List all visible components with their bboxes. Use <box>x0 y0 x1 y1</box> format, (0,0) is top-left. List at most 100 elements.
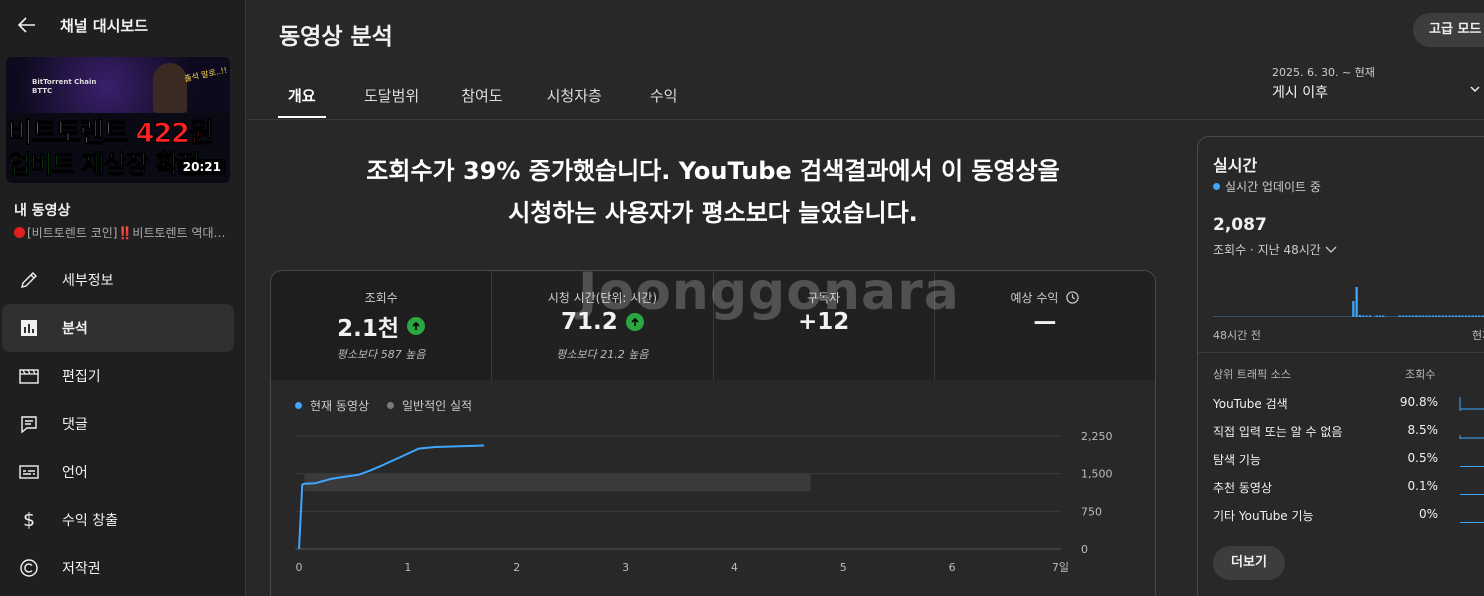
sparkline-bar <box>1401 315 1405 317</box>
sidebar-item-label: 댓글 <box>62 417 88 433</box>
y-tick-label: 2,250 <box>1081 430 1113 443</box>
overview-card: 조회수 2.1천 평소보다 587 높음 시청 시간(단위: 시간) 71.2 … <box>270 270 1156 596</box>
sparkline-bar <box>1481 315 1484 317</box>
x-tick-label: 2 <box>513 561 520 574</box>
see-more-button[interactable]: 더보기 <box>1213 546 1285 580</box>
tab-audience[interactable]: 시청자층 <box>537 72 612 118</box>
sparkline-bar <box>1415 315 1418 317</box>
sidebar-nav: 세부정보 분석 편집기 댓글 언어 $ 수익 창출 저작권 <box>0 256 246 592</box>
sparkline-bar <box>1435 315 1438 317</box>
x-tick-label: 5 <box>840 561 847 574</box>
video-title[interactable]: [비트토렌트 코인]‼️비트토렌트 역대급 호재 <box>14 224 234 241</box>
metric-subscribers[interactable]: 구독자 +12 <box>713 271 935 380</box>
metric-value: +12 <box>797 309 850 335</box>
sparkline-bar <box>1461 315 1464 317</box>
insight-line-2: 시청하는 사용자가 평소보다 늘었습니다. <box>508 199 918 227</box>
sidebar-item-label: 세부정보 <box>62 273 114 289</box>
traffic-source-pct: 90.8% <box>1399 395 1438 409</box>
sparkline-bar <box>1421 315 1425 317</box>
traffic-source-header: 상위 트래픽 소스 <box>1213 368 1291 381</box>
metric-comparison: 평소보다 587 높음 <box>336 348 426 361</box>
sparkline-bar <box>1382 315 1385 317</box>
x-tick-label: 4 <box>731 561 738 574</box>
traffic-source-sparkline <box>1460 494 1484 495</box>
tab-engagement[interactable]: 참여도 <box>451 72 512 118</box>
date-range-selector[interactable]: 게시 이후 <box>1272 82 1328 102</box>
subtitles-icon <box>18 461 40 483</box>
metric-value: 71.2 <box>561 309 618 335</box>
y-tick-label: 750 <box>1081 505 1102 518</box>
legend-dot <box>295 402 302 409</box>
tab-revenue[interactable]: 수익 <box>640 72 688 118</box>
traffic-source-pct: 0% <box>1418 507 1438 521</box>
realtime-axis-end: 현재 <box>1472 329 1484 342</box>
metric-value: 2.1천 <box>337 316 400 342</box>
metric-label: 구독자 <box>807 291 841 305</box>
x-tick-label: 0 <box>296 561 303 574</box>
tab-overview[interactable]: 개요 <box>278 72 326 118</box>
back-button[interactable] <box>14 12 40 38</box>
tab-reach[interactable]: 도달범위 <box>354 72 429 118</box>
sidebar-item-label: 분석 <box>62 321 88 337</box>
traffic-source-pct: 8.5% <box>1407 423 1439 437</box>
traffic-source-sparkline <box>1460 522 1484 523</box>
metric-label: 예상 수익 <box>935 289 1155 306</box>
realtime-axis-start: 48시간 전 <box>1213 329 1261 342</box>
traffic-source-row[interactable]: YouTube 검색 90.8% <box>1213 395 1484 415</box>
sparkline-bar <box>1441 315 1444 317</box>
sparkline-bar <box>1405 315 1408 317</box>
red-circle-icon <box>14 227 25 238</box>
editor-icon <box>18 365 40 387</box>
sidebar-item-comments[interactable]: 댓글 <box>2 400 234 448</box>
sidebar-item-label: 언어 <box>62 465 88 481</box>
x-tick-label: 1 <box>404 561 411 574</box>
y-tick-label: 0 <box>1081 543 1088 556</box>
pencil-icon <box>18 269 40 291</box>
traffic-source-pct: 0.1% <box>1407 479 1439 493</box>
metric-revenue[interactable]: 예상 수익 — <box>934 271 1155 380</box>
sparkline-bar <box>1425 315 1428 317</box>
sidebar-item-monetization[interactable]: $ 수익 창출 <box>2 496 234 544</box>
main-content: 동영상 분석 고급 모드 개요 도달범위 참여도 시청자층 수익 2025. 6… <box>247 0 1484 596</box>
sidebar-item-editor[interactable]: 편집기 <box>2 352 234 400</box>
video-thumbnail[interactable]: BitTorrent Chain BTTC 출석 말로..!! 비트토렌트 422… <box>6 57 230 183</box>
thumbnail-line2: 업비트 재상장 확정 <box>7 150 200 180</box>
traffic-source-row[interactable]: 탐색 기능 0.5% <box>1213 451 1484 471</box>
metric-value-wrap: 71.2 <box>492 309 712 335</box>
sidebar-item-language[interactable]: 언어 <box>2 448 234 496</box>
arrow-up-icon <box>625 313 644 331</box>
analytics-tabs: 개요 도달범위 참여도 시청자층 수익 <box>278 72 687 118</box>
metric-views[interactable]: 조회수 2.1천 평소보다 587 높음 <box>271 271 493 380</box>
sparkline-bar <box>1448 315 1451 317</box>
traffic-source-row[interactable]: 직접 입력 또는 알 수 없음 8.5% <box>1213 423 1484 443</box>
x-tick-label: 3 <box>622 561 629 574</box>
sparkline-bar <box>1418 315 1421 317</box>
sparkline-bar <box>1471 315 1474 317</box>
traffic-source-row[interactable]: 추천 동영상 0.1% <box>1213 479 1484 499</box>
clock-icon <box>1066 291 1079 304</box>
sparkline-bar <box>1474 315 1478 317</box>
sparkline-bar <box>1445 315 1448 317</box>
sparkline-bar <box>1431 315 1434 317</box>
thumbnail-person <box>153 63 187 113</box>
sidebar-item-analytics[interactable]: 분석 <box>2 304 234 352</box>
my-video-label: 내 동영상 <box>14 203 71 219</box>
sparkline-bar <box>1408 315 1411 317</box>
traffic-source-row[interactable]: 기타 YouTube 기능 0% <box>1213 507 1484 527</box>
sparkline-bar <box>1438 315 1441 317</box>
traffic-source-views-header: 조회수 <box>1405 368 1436 381</box>
metric-watch-time[interactable]: 시청 시간(단위: 시간) 71.2 평소보다 21.2 높음 <box>492 271 714 380</box>
sidebar: 채널 대시보드 BitTorrent Chain BTTC 출석 말로..!! 비… <box>0 0 246 596</box>
sparkline-bar <box>1451 315 1454 317</box>
sparkline-bar <box>1355 287 1358 317</box>
sidebar-item-copyright[interactable]: 저작권 <box>2 544 234 592</box>
sidebar-item-details[interactable]: 세부정보 <box>2 256 234 304</box>
traffic-source-sparkline <box>1459 435 1484 439</box>
realtime-sparkline <box>1213 287 1484 317</box>
chevron-down-icon[interactable] <box>1469 80 1481 99</box>
realtime-period-selector[interactable]: 조회수 · 지난 48시간 <box>1213 241 1337 258</box>
advanced-mode-button[interactable]: 고급 모드 <box>1413 13 1484 47</box>
thumbnail-small-text-1: BitTorrent Chain <box>32 78 97 86</box>
traffic-source-name: 기타 YouTube 기능 <box>1213 509 1314 523</box>
realtime-divider <box>1198 352 1484 353</box>
